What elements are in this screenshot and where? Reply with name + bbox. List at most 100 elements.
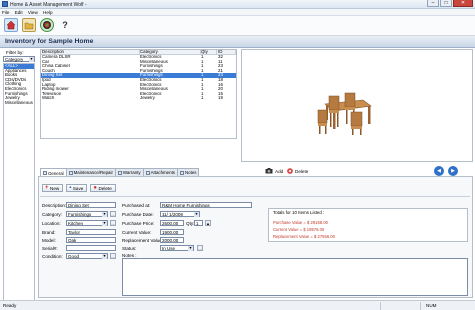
cell-description: Watch <box>42 96 55 101</box>
status-select[interactable]: In Use ▼ <box>160 245 194 251</box>
purchase-price-label: Purchase Price: <box>122 221 155 226</box>
num-lock-indicator: NUM <box>426 303 437 308</box>
purchased-at-field[interactable]: R&M Home Furnishings <box>160 202 252 208</box>
brand-label: Brand: <box>42 230 56 235</box>
model-field[interactable]: Oak <box>66 237 116 243</box>
qty-stepper[interactable]: ▲ <box>205 220 211 226</box>
certificate-icon <box>117 170 122 175</box>
notes-field[interactable] <box>122 258 468 296</box>
menu-file[interactable]: File <box>0 9 11 16</box>
delete-button[interactable]: ● Delete <box>90 184 116 192</box>
replacement-value-field[interactable]: 2000.00 <box>160 237 184 243</box>
save-button[interactable]: ▪ Save <box>66 184 88 192</box>
add-photo-button[interactable]: Add <box>265 168 283 175</box>
cell-id: 19 <box>218 96 223 101</box>
detail-tabs: General Maintenance/Repair Warranty Atta… <box>40 168 200 177</box>
menu-help[interactable]: Help <box>41 9 54 16</box>
tab-label: Attachments <box>150 170 175 175</box>
condition-label: Condition: <box>42 254 63 259</box>
menu-view[interactable]: View <box>26 9 40 16</box>
next-photo-button[interactable]: ▶ <box>448 166 458 176</box>
tab-warranty[interactable]: Warranty <box>114 168 144 176</box>
tab-attachments[interactable]: Attachments <box>142 168 178 176</box>
purchase-date-picker[interactable]: 11/ 1/2009 ▼ <box>160 211 200 217</box>
description-label: Description: <box>42 203 67 208</box>
description-field[interactable]: Dining Set <box>66 202 116 208</box>
maximize-button[interactable]: □ <box>440 0 452 7</box>
dining-set-photo <box>317 92 372 135</box>
total-current-value: Current Value = $ 19576.00 <box>273 227 325 232</box>
tab-notes[interactable]: Notes <box>176 168 200 176</box>
wrench-icon <box>68 170 73 175</box>
delete-label: Delete <box>98 185 112 191</box>
tab-maintenance-repair[interactable]: Maintenance/Repair <box>65 168 116 176</box>
category-value: Furnishings <box>68 212 92 217</box>
purchase-price-field[interactable]: 2600.00 <box>160 220 184 226</box>
replacement-value-label: Replacement Value: <box>122 238 164 243</box>
delete-photo-button[interactable]: Delete <box>287 168 308 175</box>
chevron-down-icon: ▼ <box>29 57 34 62</box>
condition-value: Good <box>68 254 80 259</box>
items-table: Description Category Qty ID Camera DLSR E… <box>40 49 237 139</box>
minimize-button[interactable]: – <box>427 0 439 7</box>
previous-photo-button[interactable]: ◀ <box>434 166 444 176</box>
divider <box>40 196 470 197</box>
toolbar: ? <box>0 16 475 36</box>
status-edit-button[interactable]: ... <box>197 245 203 251</box>
qty-field[interactable]: 1 <box>194 220 203 226</box>
filter-select[interactable]: Category ▼ <box>3 56 35 62</box>
cell-category: Jewelry <box>140 96 155 101</box>
location-label: Location: <box>42 221 61 226</box>
category-select[interactable]: Furnishings ▼ <box>66 211 108 217</box>
new-label: New <box>50 185 60 191</box>
current-value-label: Current Value: <box>122 230 152 235</box>
camera-icon <box>265 168 273 175</box>
menu-edit[interactable]: Edit <box>13 9 25 16</box>
close-button[interactable]: ✕ <box>453 0 473 7</box>
plus-icon: + <box>45 184 49 191</box>
category-list[interactable]: <ALL> Appliances Books CDs/DVDs Clothing… <box>3 63 35 310</box>
dashboard-icon[interactable] <box>40 18 54 32</box>
add-photo-label: Add <box>275 169 284 174</box>
folder-icon[interactable] <box>22 18 36 32</box>
notes-icon <box>179 170 184 175</box>
table-row[interactable]: Watch Jewelry 1 19 <box>41 96 236 101</box>
brand-field[interactable]: Taylor <box>66 229 116 235</box>
window-controls: – □ ✕ <box>427 0 473 8</box>
total-purchase-value: Purchase Value = $ 29168.00 <box>273 220 328 225</box>
save-label: Save <box>72 185 84 191</box>
chevron-down-icon: ▼ <box>102 212 107 217</box>
delete-photo-label: Delete <box>295 169 309 174</box>
location-edit-button[interactable]: ... <box>110 220 116 226</box>
paperclip-icon <box>145 170 150 175</box>
new-button[interactable]: + New <box>42 184 64 192</box>
condition-select[interactable]: Good ▼ <box>66 253 108 259</box>
location-select[interactable]: Kitchen ▼ <box>66 220 108 226</box>
status-label: Status: <box>122 246 137 251</box>
home-inventory-icon[interactable] <box>4 18 18 32</box>
chevron-down-icon: ▼ <box>188 246 193 251</box>
status-value: In Use <box>162 246 176 251</box>
filter-selected-value: Category <box>5 57 24 62</box>
purchased-at-label: Purchased at: <box>122 203 151 208</box>
record-actions: + New ▪ Save ● Delete <box>42 184 116 192</box>
save-icon: ▪ <box>69 184 72 191</box>
total-replacement-value: Replacement Value = $ 27556.00 <box>273 234 335 239</box>
page-title: Inventory for Sample Home <box>5 38 94 45</box>
condition-edit-button[interactable]: ... <box>110 253 116 259</box>
cell-qty: 1 <box>201 96 204 101</box>
app-icon <box>2 1 8 7</box>
tab-label: Maintenance/Repair <box>73 170 113 175</box>
current-value-field[interactable]: 1900.00 <box>160 229 184 235</box>
page-header: Inventory for Sample Home <box>0 36 475 48</box>
status-divider <box>420 302 421 310</box>
key-icon[interactable]: ? <box>58 18 72 32</box>
totals-title: Totals for 10 Items Listed : <box>273 210 325 215</box>
tab-label: Warranty <box>122 170 141 175</box>
serial-label: Serial#: <box>42 246 58 251</box>
serial-field[interactable] <box>66 245 116 251</box>
list-item[interactable]: Miscellaneous <box>4 100 34 106</box>
chevron-down-icon: ▼ <box>102 221 107 226</box>
menu-bar: File Edit View Help <box>0 9 475 16</box>
category-edit-button[interactable]: ... <box>110 211 116 217</box>
